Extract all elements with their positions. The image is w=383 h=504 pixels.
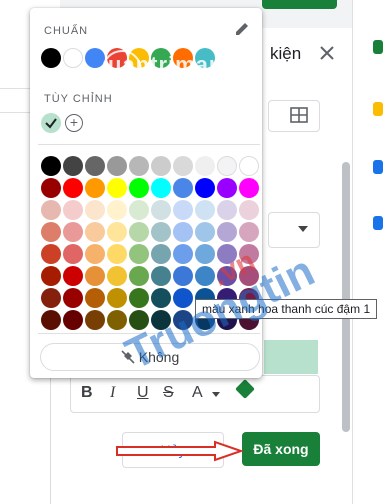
sheets-icon[interactable]: [373, 40, 383, 54]
palette-color-swatch[interactable]: [107, 156, 127, 176]
pencil-icon[interactable]: [234, 21, 250, 37]
palette-color-swatch[interactable]: [195, 178, 215, 198]
strikethrough-button[interactable]: S: [163, 384, 174, 402]
palette-color-swatch[interactable]: [151, 178, 171, 198]
palette-color-swatch[interactable]: [239, 178, 259, 198]
palette-color-swatch[interactable]: [107, 178, 127, 198]
palette-color-swatch[interactable]: [173, 266, 193, 286]
palette-color-swatch[interactable]: [85, 288, 105, 308]
palette-color-swatch[interactable]: [151, 288, 171, 308]
palette-color-swatch[interactable]: [63, 310, 83, 330]
close-icon[interactable]: [316, 42, 338, 64]
custom-colors-label: TÙY CHỈNH: [44, 93, 113, 105]
side-app-strip: [352, 0, 383, 504]
panel-title: kiện: [270, 44, 302, 63]
tasks-icon[interactable]: [373, 160, 383, 174]
standard-color-swatch[interactable]: [41, 48, 61, 68]
palette-color-swatch[interactable]: [239, 222, 259, 242]
add-custom-color-button[interactable]: +: [65, 114, 83, 132]
palette-color-swatch[interactable]: [85, 156, 105, 176]
chevron-down-icon: [298, 226, 308, 232]
chevron-down-icon: [212, 392, 220, 397]
check-icon: [45, 118, 57, 129]
standard-color-swatch[interactable]: [63, 48, 83, 68]
palette-color-swatch[interactable]: [129, 178, 149, 198]
palette-color-swatch[interactable]: [195, 200, 215, 220]
palette-color-swatch[interactable]: [107, 222, 127, 242]
share-button-edge[interactable]: [262, 0, 337, 9]
palette-color-swatch[interactable]: [129, 222, 149, 242]
divider: [38, 144, 260, 145]
palette-color-swatch[interactable]: [129, 156, 149, 176]
underline-button[interactable]: U: [137, 384, 149, 402]
palette-color-swatch[interactable]: [151, 266, 171, 286]
palette-color-swatch[interactable]: [63, 178, 83, 198]
palette-color-swatch[interactable]: [151, 222, 171, 242]
palette-color-swatch[interactable]: [173, 222, 193, 242]
palette-color-swatch[interactable]: [63, 222, 83, 242]
palette-color-swatch[interactable]: [63, 156, 83, 176]
palette-color-swatch[interactable]: [173, 200, 193, 220]
standard-colors-label: CHUẨN: [44, 25, 89, 37]
palette-color-swatch[interactable]: [129, 266, 149, 286]
palette-color-swatch[interactable]: [129, 244, 149, 264]
palette-color-swatch[interactable]: [217, 156, 237, 176]
keep-icon[interactable]: [373, 102, 383, 116]
palette-color-swatch[interactable]: [41, 200, 61, 220]
palette-color-swatch[interactable]: [85, 222, 105, 242]
palette-color-swatch[interactable]: [41, 288, 61, 308]
grid-table-icon[interactable]: [290, 106, 308, 124]
palette-color-swatch[interactable]: [41, 222, 61, 242]
palette-color-swatch[interactable]: [107, 288, 127, 308]
palette-color-swatch[interactable]: [63, 200, 83, 220]
watermark-top: uantrimang: [108, 52, 238, 77]
palette-color-swatch[interactable]: [217, 200, 237, 220]
red-arrow-icon: [116, 440, 245, 462]
palette-color-swatch[interactable]: [41, 244, 61, 264]
palette-color-swatch[interactable]: [129, 200, 149, 220]
done-button[interactable]: Đã xong: [242, 432, 320, 466]
palette-color-swatch[interactable]: [63, 266, 83, 286]
palette-color-swatch[interactable]: [85, 200, 105, 220]
palette-color-swatch[interactable]: [129, 288, 149, 308]
palette-color-swatch[interactable]: [63, 244, 83, 264]
palette-color-swatch[interactable]: [85, 266, 105, 286]
contacts-icon[interactable]: [373, 216, 383, 230]
palette-color-swatch[interactable]: [217, 222, 237, 242]
format-preview: [264, 340, 318, 374]
palette-color-swatch[interactable]: [151, 156, 171, 176]
palette-color-swatch[interactable]: [85, 310, 105, 330]
palette-color-swatch[interactable]: [41, 156, 61, 176]
palette-color-swatch[interactable]: [239, 156, 259, 176]
palette-color-swatch[interactable]: [173, 178, 193, 198]
palette-color-swatch[interactable]: [41, 266, 61, 286]
palette-color-swatch[interactable]: [85, 244, 105, 264]
bold-button[interactable]: B: [81, 384, 93, 402]
condition-dropdown[interactable]: [268, 212, 320, 248]
palette-color-swatch[interactable]: [195, 156, 215, 176]
palette-color-swatch[interactable]: [85, 178, 105, 198]
palette-color-swatch[interactable]: [107, 244, 127, 264]
palette-color-swatch[interactable]: [195, 222, 215, 242]
palette-color-swatch[interactable]: [217, 178, 237, 198]
palette-color-swatch[interactable]: [63, 288, 83, 308]
palette-color-swatch[interactable]: [41, 178, 61, 198]
italic-button[interactable]: I: [110, 384, 115, 402]
palette-color-swatch[interactable]: [41, 310, 61, 330]
palette-color-swatch[interactable]: [107, 200, 127, 220]
palette-color-swatch[interactable]: [107, 310, 127, 330]
palette-color-swatch[interactable]: [107, 266, 127, 286]
palette-color-swatch[interactable]: [173, 156, 193, 176]
palette-color-swatch[interactable]: [151, 200, 171, 220]
custom-swatch-selected[interactable]: [41, 113, 61, 133]
palette-color-swatch[interactable]: [239, 200, 259, 220]
palette-color-swatch[interactable]: [151, 244, 171, 264]
palette-color-swatch[interactable]: [173, 244, 193, 264]
scrollbar-thumb[interactable]: [342, 162, 350, 432]
text-color-button[interactable]: A: [192, 384, 203, 402]
